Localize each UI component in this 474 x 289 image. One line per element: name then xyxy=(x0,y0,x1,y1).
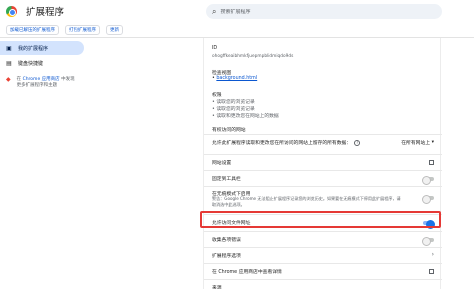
external-link-icon xyxy=(429,269,434,274)
update-button[interactable]: 更新 xyxy=(106,24,123,35)
permission-text: 读取和更改您在网站上的数据 xyxy=(216,114,279,119)
store-promo: ◆ 在 Chrome 应用商店 中发现 更多扩展程序和主题 xyxy=(6,77,75,89)
source-label: 来源 xyxy=(212,286,222,289)
sidebar-item-label: 键盘快捷键 xyxy=(18,60,44,67)
pin-toolbar-row: 固定到工具栏 xyxy=(204,170,442,185)
top-bar: 扩展程序 ⌕ xyxy=(0,0,474,22)
site-access-desc: 允许此扩展程序读取和更改您在所访问的网站上留存的所有数据：? xyxy=(212,139,361,146)
site-settings-row[interactable]: 网站设置 xyxy=(204,154,442,168)
incognito-row: 在无痕模式下启用 警告：Google Chrome 无法阻止扩展程序记录您的浏览… xyxy=(204,186,442,210)
store-suffix: 中发现 xyxy=(61,77,75,82)
search-input[interactable] xyxy=(220,8,421,15)
site-access-row: 允许此扩展程序读取和更改您在所访问的网站上留存的所有数据：? 在所有网站上 ▾ xyxy=(204,134,442,148)
sidebar: ▣ 我的扩展程序 ▤ 键盘快捷键 ◆ 在 Chrome 应用商店 中发现 更多扩… xyxy=(0,38,200,289)
background-page-link[interactable]: background.html xyxy=(216,76,257,81)
help-icon[interactable]: ? xyxy=(354,139,361,146)
search-box[interactable]: ⌕ xyxy=(206,4,442,19)
dev-toolbar: 加载已解压的扩展程序 打包扩展程序 更新 xyxy=(0,22,474,37)
permission-item: • 读取您的浏览记录 xyxy=(212,107,255,112)
inspect-view-item: • background.html xyxy=(212,76,258,81)
sidebar-item-shortcuts[interactable]: ▤ 键盘快捷键 xyxy=(0,56,43,70)
permission-item: • 读取您的浏览记录 xyxy=(212,100,255,105)
collect-errors-toggle[interactable] xyxy=(422,236,434,246)
sidebar-item-label: 我的扩展程序 xyxy=(18,45,49,52)
webstore-icon: ◆ xyxy=(6,76,11,83)
puzzle-icon: ▣ xyxy=(6,44,12,52)
id-value: ohogffkeaibhmkfjuepmpblidmiqdo9ds xyxy=(212,54,294,59)
pin-toolbar-toggle[interactable] xyxy=(422,175,434,185)
permission-item: • 读取和更改您在网站上的数据 xyxy=(212,114,279,119)
permissions-label: 权限 xyxy=(212,93,222,98)
sidebar-item-my-extensions[interactable]: ▣ 我的扩展程序 xyxy=(0,41,84,55)
view-in-store-row[interactable]: 在 Chrome 应用商店中查看详情 xyxy=(204,263,442,277)
store-line2: 更多扩展程序和主题 xyxy=(16,83,58,88)
incognito-desc-2: 取消选中此选项。 xyxy=(212,202,245,207)
chrome-logo-icon xyxy=(2,2,20,20)
external-link-icon xyxy=(429,160,434,165)
pin-toolbar-label: 固定到工具栏 xyxy=(212,177,241,182)
keyboard-icon: ▤ xyxy=(6,59,12,67)
load-unpacked-button[interactable]: 加载已解压的扩展程序 xyxy=(6,24,59,35)
inspect-views-label: 检查视图 xyxy=(212,71,232,76)
store-prefix: 在 xyxy=(16,77,22,82)
chevron-down-icon: ▾ xyxy=(431,140,434,145)
site-access-select[interactable]: 在所有网站上 ▾ xyxy=(401,139,434,146)
search-icon: ⌕ xyxy=(212,6,217,16)
webstore-link[interactable]: Chrome 应用商店 xyxy=(23,77,60,82)
view-in-store-label: 在 Chrome 应用商店中查看详情 xyxy=(212,270,282,275)
collect-errors-label: 收集各项错误 xyxy=(212,238,241,243)
chevron-right-icon: › xyxy=(431,251,434,258)
page-title: 扩展程序 xyxy=(26,7,65,18)
extension-details: ID ohogffkeaibhmkfjuepmpblidmiqdo9ds 检查视… xyxy=(203,38,442,289)
site-settings-label: 网站设置 xyxy=(212,161,232,166)
collect-errors-row: 收集各项错误 xyxy=(204,231,442,246)
extension-options-label: 扩展程序选项 xyxy=(212,254,241,259)
extension-options-row[interactable]: 扩展程序选项 › xyxy=(204,247,442,261)
pack-extension-button[interactable]: 打包扩展程序 xyxy=(65,24,100,35)
id-label: ID xyxy=(212,46,218,51)
site-access-title: 有权访问的网站 xyxy=(212,128,246,133)
source-row: 来源 xyxy=(204,279,442,289)
highlight-box xyxy=(200,211,441,228)
incognito-toggle[interactable] xyxy=(422,194,434,204)
